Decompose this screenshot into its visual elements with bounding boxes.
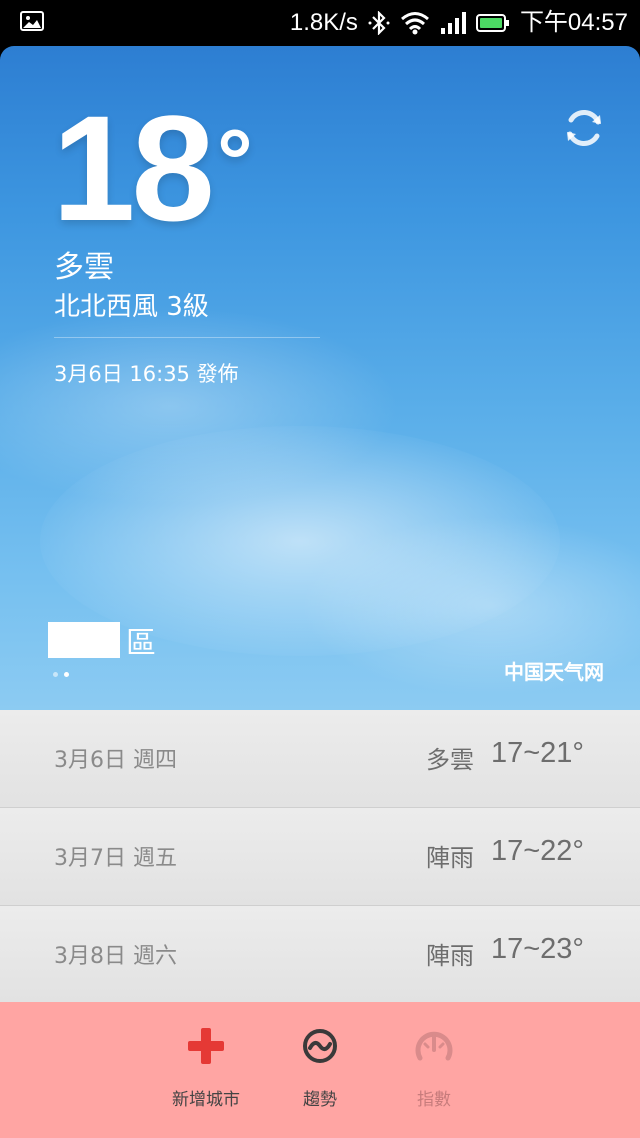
signal-icon — [440, 12, 466, 34]
city-label[interactable]: 區 — [48, 618, 156, 662]
forecast-row[interactable]: 3月6日 週四 多雲 17~21° — [0, 710, 640, 808]
status-bar: 1.8K/s 下午04:57 — [0, 0, 640, 46]
publish-time: 3月6日 16:35 發佈 — [54, 362, 239, 386]
page-dot-active — [64, 672, 69, 677]
divider — [54, 337, 320, 338]
trend-label: 趨勢 — [303, 1090, 337, 1110]
current-weather-panel[interactable]: 18° 多雲 北北西風 3級 3月6日 16:35 發佈 區 中国天气网 — [0, 46, 640, 710]
network-speed: 1.8K/s — [289, 9, 358, 36]
trend-icon — [303, 1029, 337, 1063]
forecast-condition: 多雲 — [426, 746, 474, 774]
index-button[interactable]: 指數 — [379, 1024, 489, 1110]
gauge-icon — [415, 1031, 453, 1061]
bluetooth-icon — [368, 11, 390, 35]
forecast-temp-range: 17~22° — [490, 835, 584, 867]
temperature-value: 18 — [52, 84, 215, 252]
forecast-date: 3月8日 週六 — [54, 944, 177, 969]
page-indicator — [53, 672, 69, 677]
wind-info: 北北西風 3級 — [54, 292, 209, 322]
current-temperature: 18° — [52, 93, 253, 243]
add-city-label: 新增城市 — [172, 1090, 240, 1110]
degree-symbol: ° — [216, 112, 253, 212]
data-source-label: 中国天气网 — [504, 660, 604, 684]
forecast-condition: 陣雨 — [426, 844, 474, 872]
forecast-temp-range: 17~23° — [490, 933, 584, 965]
plus-icon — [188, 1028, 224, 1064]
forecast-row[interactable]: 3月8日 週六 陣雨 17~23° — [0, 906, 640, 1004]
page-dot — [53, 672, 58, 677]
clock: 下午04:57 — [519, 9, 628, 36]
refresh-icon[interactable] — [562, 106, 606, 150]
forecast-condition: 陣雨 — [426, 942, 474, 970]
add-city-button[interactable]: 新增城市 — [151, 1024, 261, 1110]
forecast-list: 3月6日 週四 多雲 17~21° 3月7日 週五 陣雨 17~22° 3月8日… — [0, 710, 640, 1004]
wifi-icon — [400, 12, 429, 35]
forecast-row[interactable]: 3月7日 週五 陣雨 17~22° — [0, 808, 640, 906]
index-label: 指數 — [417, 1090, 451, 1110]
trend-button[interactable]: 趨勢 — [265, 1024, 375, 1110]
weather-condition: 多雲 — [54, 250, 114, 285]
gallery-notification-icon — [20, 11, 44, 31]
forecast-temp-range: 17~21° — [490, 737, 584, 769]
city-suffix: 區 — [126, 626, 156, 661]
forecast-date: 3月7日 週五 — [54, 846, 177, 871]
city-name-redacted — [48, 622, 120, 658]
bottom-toolbar: 新增城市 趨勢 指數 — [0, 1002, 640, 1138]
battery-icon — [475, 14, 509, 32]
forecast-date: 3月6日 週四 — [54, 748, 177, 773]
